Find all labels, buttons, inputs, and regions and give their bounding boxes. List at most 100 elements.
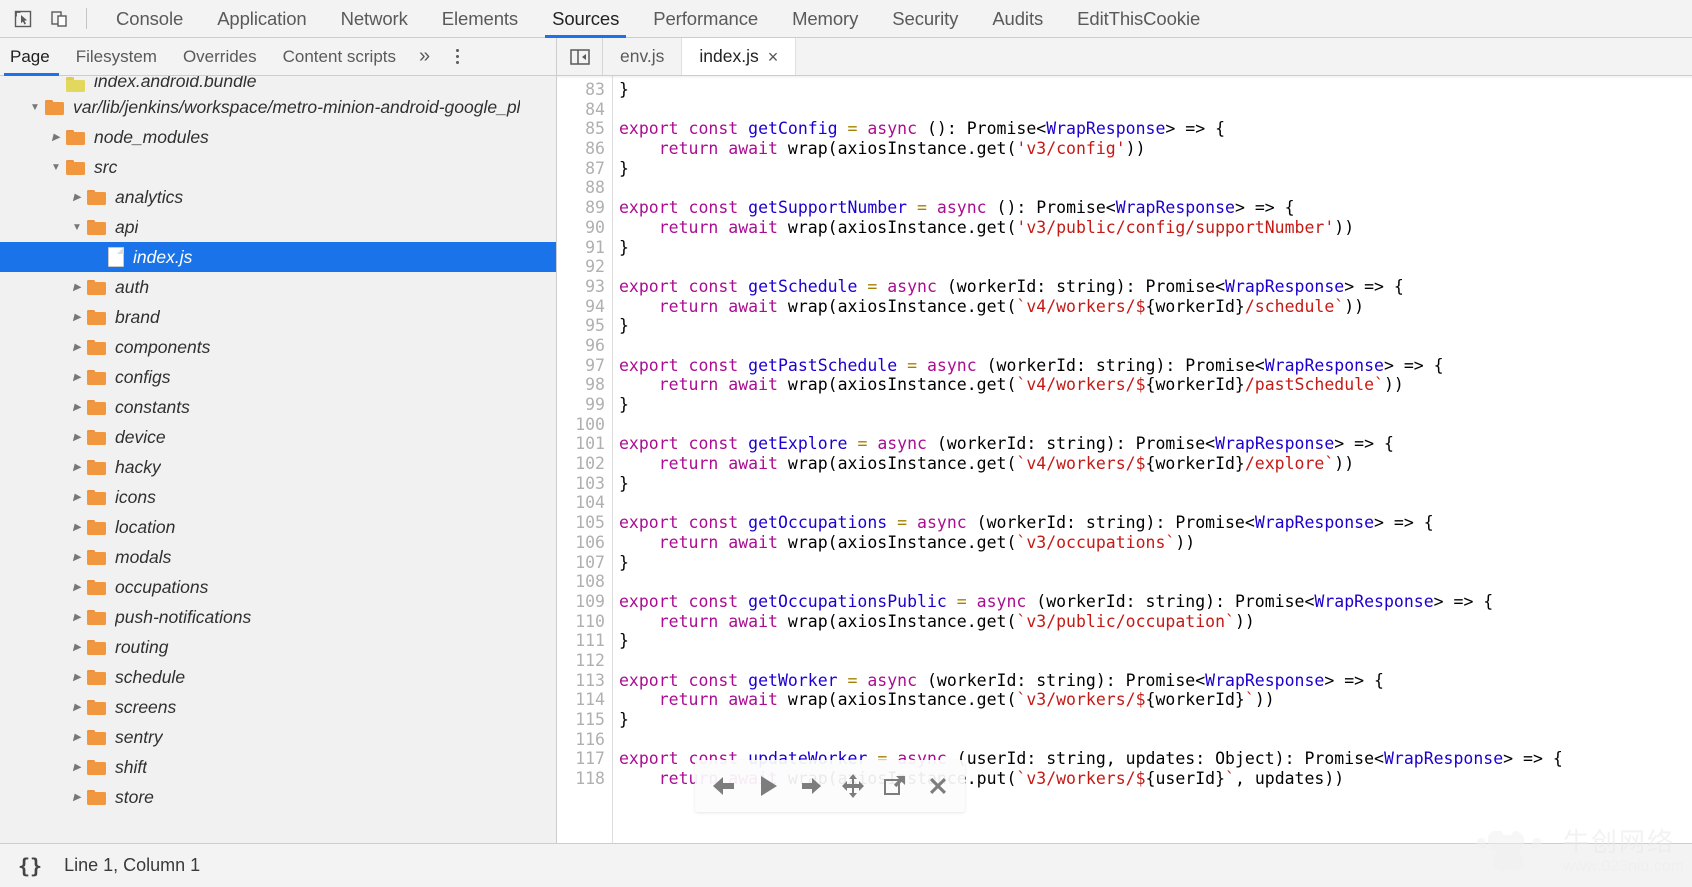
nav-tab-filesystem[interactable]: Filesystem — [63, 38, 170, 75]
code-line[interactable]: } — [619, 316, 1692, 336]
tab-audits[interactable]: Audits — [975, 0, 1060, 37]
line-number[interactable]: 112 — [567, 651, 605, 671]
tab-sources[interactable]: Sources — [535, 0, 636, 38]
tree-item-store[interactable]: store — [0, 782, 556, 812]
chevron-right-icon[interactable] — [46, 132, 66, 143]
tab-application[interactable]: Application — [200, 0, 323, 37]
editor-tab-env-js[interactable]: env.js — [603, 38, 683, 75]
code-line[interactable]: return await wrap(axiosInstance.get(`v4/… — [619, 454, 1692, 474]
chevron-right-icon[interactable] — [67, 582, 87, 593]
code-editor[interactable]: 83 84 85 86 87 88 89 90 91 92 93 94 95 96 97 98 99 100 101… — [557, 76, 1692, 843]
tree-item-src[interactable]: src — [0, 152, 556, 182]
tree-item-api[interactable]: api — [0, 212, 556, 242]
tree-item-sentry[interactable]: sentry — [0, 722, 556, 752]
chevron-right-icon[interactable] — [67, 402, 87, 413]
chevron-right-icon[interactable] — [67, 762, 87, 773]
line-number[interactable]: 84 — [567, 100, 605, 120]
line-number[interactable]: 111 — [567, 631, 605, 651]
tree-item-components[interactable]: components — [0, 332, 556, 362]
step-back-button[interactable] — [709, 773, 739, 799]
chevron-right-icon[interactable] — [67, 642, 87, 653]
navigator-more-options-icon[interactable] — [440, 38, 475, 75]
line-number[interactable]: 96 — [567, 336, 605, 356]
code-line[interactable] — [619, 336, 1692, 356]
chevron-right-icon[interactable] — [67, 372, 87, 383]
tab-security[interactable]: Security — [875, 0, 975, 37]
chevron-right-icon[interactable] — [67, 432, 87, 443]
nav-tab-content-scripts[interactable]: Content scripts — [270, 38, 409, 75]
line-number[interactable]: 114 — [567, 690, 605, 710]
line-number[interactable]: 89 — [567, 198, 605, 218]
chevron-right-icon[interactable] — [67, 312, 87, 323]
open-in-window-button[interactable] — [882, 773, 908, 799]
line-number[interactable]: 93 — [567, 277, 605, 297]
tab-network[interactable]: Network — [324, 0, 425, 37]
line-number[interactable]: 109 — [567, 592, 605, 612]
line-number[interactable]: 101 — [567, 434, 605, 454]
tree-item-index-js[interactable]: index.js — [0, 242, 556, 272]
tree-item-node-modules[interactable]: node_modules — [0, 122, 556, 152]
line-number[interactable]: 95 — [567, 316, 605, 336]
code-line[interactable]: } — [619, 395, 1692, 415]
chevron-right-icon[interactable] — [67, 282, 87, 293]
line-number[interactable]: 103 — [567, 474, 605, 494]
code-line[interactable]: export const getSchedule = async (worker… — [619, 277, 1692, 297]
editor-tab-index-js[interactable]: index.js × — [682, 38, 797, 75]
chevron-right-icon[interactable] — [67, 462, 87, 473]
chevron-right-icon[interactable] — [67, 492, 87, 503]
tree-item-push-notifications[interactable]: push-notifications — [0, 602, 556, 632]
step-over-button[interactable] — [798, 774, 824, 798]
code-line[interactable]: export const getSupportNumber = async ()… — [619, 198, 1692, 218]
tab-console[interactable]: Console — [99, 0, 200, 37]
tree-item-shift[interactable]: shift — [0, 752, 556, 782]
chevron-down-icon[interactable] — [67, 222, 87, 233]
line-number[interactable]: 117 — [567, 749, 605, 769]
line-number[interactable]: 118 — [567, 769, 605, 789]
tree-item-occupations[interactable]: occupations — [0, 572, 556, 602]
line-number[interactable]: 102 — [567, 454, 605, 474]
code-content[interactable]: } export const getConfig = async (): Pro… — [613, 76, 1692, 843]
code-line[interactable]: return await wrap(axiosInstance.get(`v3/… — [619, 533, 1692, 553]
code-line[interactable]: return await wrap(axiosInstance.get(`v4/… — [619, 375, 1692, 395]
code-line[interactable] — [619, 100, 1692, 120]
code-line[interactable]: export const getOccupationsPublic = asyn… — [619, 592, 1692, 612]
code-line[interactable]: } — [619, 553, 1692, 573]
chevron-right-icon[interactable] — [67, 192, 87, 203]
code-line[interactable] — [619, 178, 1692, 198]
chevron-right-icon[interactable] — [67, 792, 87, 803]
tree-item-device[interactable]: device — [0, 422, 556, 452]
line-number[interactable]: 92 — [567, 257, 605, 277]
inspect-element-icon[interactable] — [10, 6, 36, 32]
line-number[interactable]: 113 — [567, 671, 605, 691]
code-line[interactable] — [619, 415, 1692, 435]
line-number[interactable]: 106 — [567, 533, 605, 553]
code-line[interactable] — [619, 257, 1692, 277]
line-number[interactable]: 115 — [567, 710, 605, 730]
line-number[interactable]: 86 — [567, 139, 605, 159]
line-number[interactable]: 97 — [567, 356, 605, 376]
line-number[interactable]: 100 — [567, 415, 605, 435]
code-line[interactable]: export const getOccupations = async (wor… — [619, 513, 1692, 533]
tree-item-schedule[interactable]: schedule — [0, 662, 556, 692]
tab-memory[interactable]: Memory — [775, 0, 875, 37]
tree-item-brand[interactable]: brand — [0, 302, 556, 332]
file-tree[interactable]: index.android.bundle var/lib/jenkins/work… — [0, 76, 556, 843]
line-number[interactable]: 85 — [567, 119, 605, 139]
code-line[interactable]: } — [619, 238, 1692, 258]
chevron-right-icon[interactable] — [67, 552, 87, 563]
code-line[interactable]: return await wrap(axiosInstance.get('v3/… — [619, 139, 1692, 159]
tree-item-constants[interactable]: constants — [0, 392, 556, 422]
tab-performance[interactable]: Performance — [636, 0, 775, 37]
tree-item-modals[interactable]: modals — [0, 542, 556, 572]
move-handle-button[interactable] — [840, 773, 866, 799]
code-line[interactable]: return await wrap(axiosInstance.get(`v3/… — [619, 690, 1692, 710]
line-number[interactable]: 94 — [567, 297, 605, 317]
chevron-down-icon[interactable] — [46, 162, 66, 173]
line-number[interactable]: 88 — [567, 178, 605, 198]
code-line[interactable]: return await wrap(axiosInstance.get('v3/… — [619, 218, 1692, 238]
device-toolbar-icon[interactable] — [46, 6, 72, 32]
chevron-right-icon[interactable] — [67, 732, 87, 743]
close-tab-icon[interactable]: × — [768, 48, 779, 66]
line-number[interactable]: 91 — [567, 238, 605, 258]
tree-item-var-lib-jenkins-workspace-metro-minion-android-google-pl[interactable]: var/lib/jenkins/workspace/metro-minion-a… — [0, 92, 556, 122]
